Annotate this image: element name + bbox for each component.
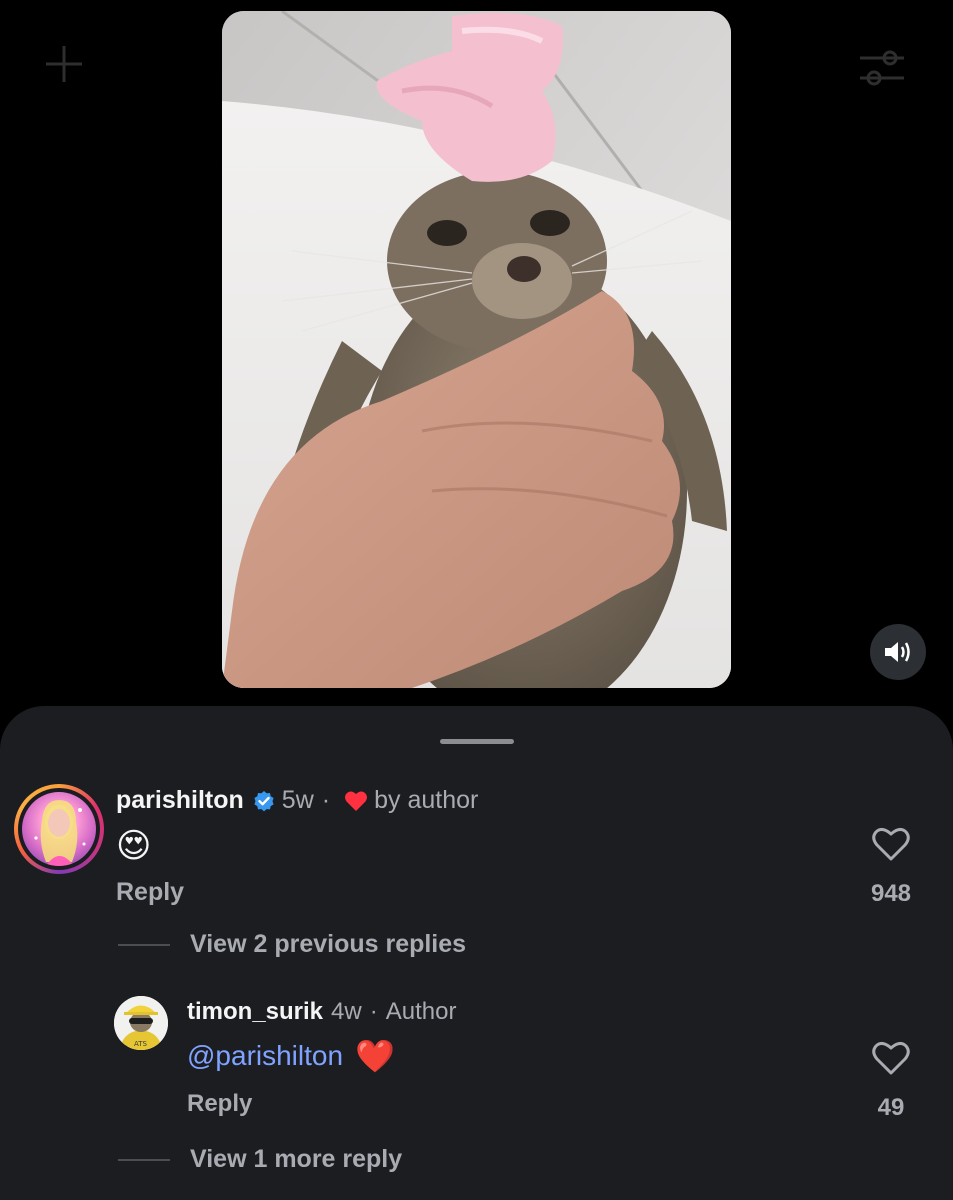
view-previous-replies-button[interactable]: View 2 previous replies (118, 930, 466, 959)
verified-badge-icon (254, 790, 274, 811)
reply-username[interactable]: timon_surik (187, 998, 323, 1026)
view-more-replies-button[interactable]: View 1 more reply (118, 1145, 402, 1174)
thread-divider (118, 1158, 170, 1161)
view-previous-replies-label: View 2 previous replies (190, 930, 467, 958)
meerkat-video-frame (222, 11, 731, 688)
mention-link[interactable]: @parishilton (187, 1040, 343, 1072)
author-badge: Author (385, 998, 457, 1025)
video-player[interactable] (222, 11, 731, 688)
thread-divider (118, 943, 170, 946)
view-more-replies-label: View 1 more reply (190, 1145, 403, 1173)
like-heart-icon[interactable] (872, 826, 910, 862)
reply-time: 4w (331, 998, 362, 1025)
liked-by-author-heart-icon (345, 790, 368, 811)
reply-button[interactable]: Reply (187, 1090, 252, 1118)
comments-sheet: parishilton 5w · by author 😍 Reply 948 V… (0, 706, 953, 1200)
sound-toggle-button[interactable] (870, 624, 926, 680)
comment-text: 😍 (116, 827, 152, 865)
comment-username[interactable]: parishilton (116, 786, 244, 815)
filter-icon[interactable] (856, 44, 908, 92)
liked-by-author-label: by author (374, 786, 479, 814)
sheet-grab-handle[interactable] (440, 739, 514, 744)
reply-avatar-timon-surik[interactable]: ATS (114, 996, 168, 1050)
meta-separator: · (369, 998, 378, 1025)
comment-time: 5w (281, 786, 314, 814)
avatar: ATS (114, 996, 168, 1050)
reply-text: @parishilton ❤️ (187, 1038, 395, 1074)
reply-header: timon_surik 4w · Author (187, 998, 456, 1026)
like-count: 948 (870, 880, 912, 907)
speaker-icon (885, 642, 910, 662)
svg-text:ATS: ATS (134, 1040, 148, 1048)
plus-icon[interactable] (40, 40, 88, 88)
comment-avatar-parishilton[interactable] (14, 784, 104, 874)
reply-button[interactable]: Reply (116, 878, 184, 907)
meta-separator: · (321, 786, 331, 814)
avatar (22, 792, 96, 866)
comment-header: parishilton 5w · by author (116, 786, 478, 815)
reply-emoji: ❤️ (355, 1038, 395, 1074)
like-heart-icon[interactable] (872, 1040, 910, 1076)
like-count: 49 (877, 1094, 905, 1121)
